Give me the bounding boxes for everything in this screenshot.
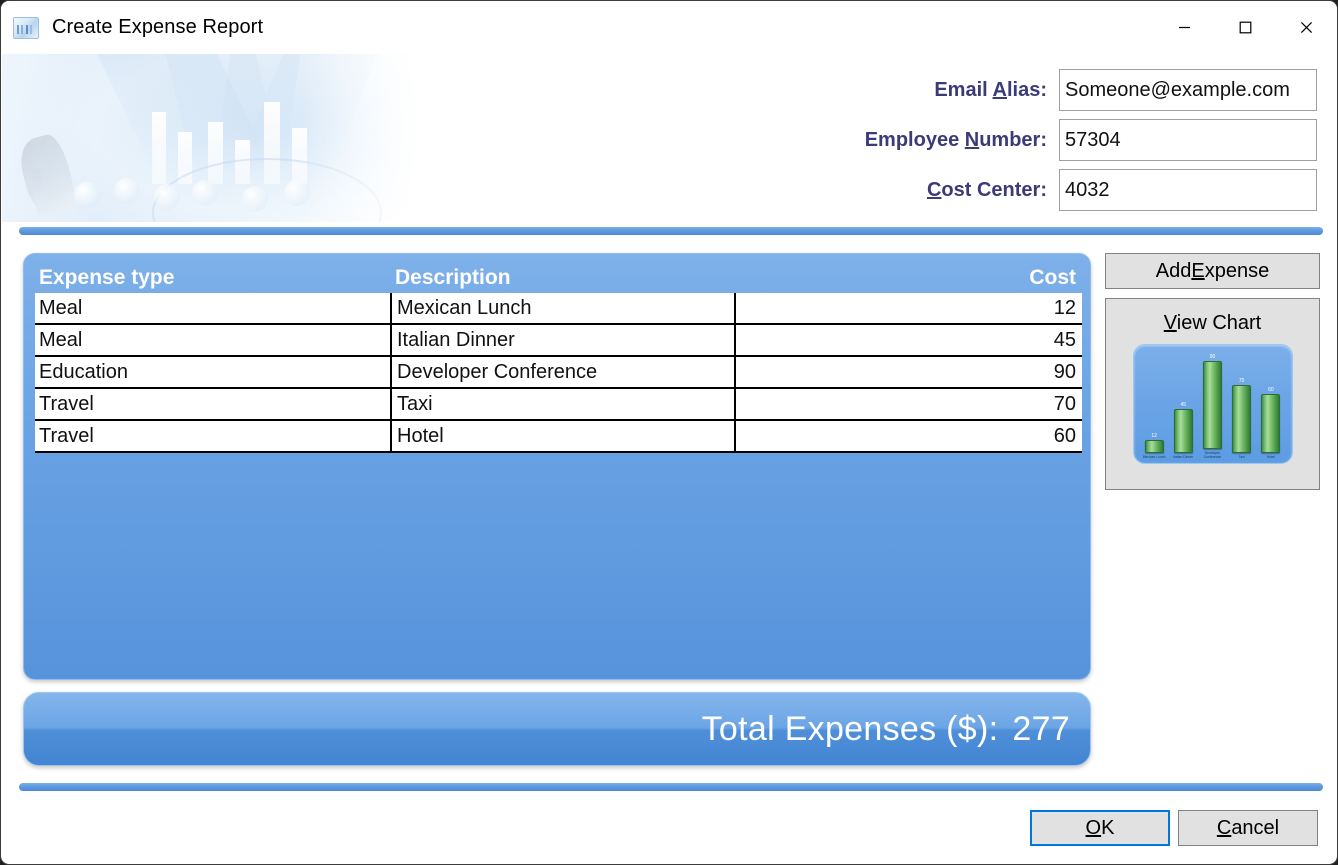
table-row[interactable]: Travel Hotel 60 xyxy=(35,421,1082,453)
table-row[interactable]: Education Developer Conference 90 xyxy=(35,357,1082,389)
cell-expense-type: Education xyxy=(39,360,128,383)
cost-center-input[interactable]: 4032 xyxy=(1059,169,1317,211)
cell-expense-type: Travel xyxy=(39,424,94,447)
email-alias-label: Email Alias: xyxy=(934,78,1047,101)
chart-bar xyxy=(1202,361,1222,449)
chart-bar-group: 90 Developer Conference xyxy=(1198,351,1227,459)
view-chart-button[interactable]: View Chart 12 Mexican Lunch 45 Italian D… xyxy=(1105,298,1320,490)
total-expenses-value: 277 xyxy=(1012,709,1070,748)
chart-bar-group: 45 Italian Dinner xyxy=(1169,351,1198,459)
chart-bar-group: 12 Mexican Lunch xyxy=(1140,351,1169,459)
bottom-separator xyxy=(19,783,1323,791)
chart-bar-category: Developer Conference xyxy=(1203,451,1222,459)
cell-description: Hotel xyxy=(390,421,734,451)
table-row[interactable]: Meal Italian Dinner 45 xyxy=(35,325,1082,357)
add-expense-button[interactable]: Add Expense xyxy=(1105,253,1320,289)
chart-bar-group: 60 Hotel xyxy=(1256,351,1285,459)
grid-header-cost[interactable]: Cost xyxy=(734,266,1082,290)
cell-cost: 12 xyxy=(734,293,1082,323)
cell-cost: 45 xyxy=(734,325,1082,355)
chart-bar-group: 70 Taxi xyxy=(1227,351,1256,459)
total-expenses-label: Total Expenses ($): xyxy=(701,709,999,748)
cell-description: Mexican Lunch xyxy=(390,293,734,323)
table-row[interactable]: Travel Taxi 70 xyxy=(35,389,1082,421)
create-expense-report-window: Create Expense Report Email Alias: Someo… xyxy=(0,0,1338,865)
view-chart-label: View Chart xyxy=(1163,312,1262,334)
expense-grid: Expense type Description Cost Meal Mexic… xyxy=(35,262,1082,453)
employee-number-input[interactable]: 57304 xyxy=(1059,119,1317,161)
chart-bar-value: 12 xyxy=(1151,432,1157,439)
banner-watermark-image xyxy=(2,54,442,222)
chart-bar xyxy=(1173,409,1193,453)
cancel-button[interactable]: Cancel xyxy=(1178,810,1318,846)
cost-center-row: Cost Center: 4032 xyxy=(861,169,1317,211)
grid-header-expense-type[interactable]: Expense type xyxy=(35,266,390,290)
banner-fade-overlay xyxy=(302,54,442,222)
chart-bar-value: 70 xyxy=(1238,377,1245,384)
app-chart-icon xyxy=(13,16,39,39)
employee-number-row: Employee Number: 57304 xyxy=(861,119,1317,161)
table-row[interactable]: Meal Mexican Lunch 12 xyxy=(35,293,1082,325)
cell-description: Taxi xyxy=(390,389,734,419)
title-bar: Create Expense Report xyxy=(1,1,1337,54)
grid-header-description[interactable]: Description xyxy=(390,266,734,290)
cell-cost: 60 xyxy=(734,421,1082,451)
chart-bar-value: 45 xyxy=(1180,402,1187,408)
email-alias-row: Email Alias: Someone@example.com xyxy=(861,69,1317,111)
banner-hand-silhouette xyxy=(15,131,79,219)
employee-number-label: Employee Number: xyxy=(864,128,1047,151)
total-expenses-bar: Total Expenses ($): 277 xyxy=(23,692,1091,766)
close-icon[interactable] xyxy=(1276,1,1337,54)
window-controls xyxy=(1154,1,1337,54)
top-separator xyxy=(19,227,1323,235)
cell-expense-type: Meal xyxy=(39,296,83,319)
window-title: Create Expense Report xyxy=(52,16,264,38)
chart-bar xyxy=(1232,384,1252,453)
chart-bar-category: Italian Dinner xyxy=(1173,455,1194,459)
minimize-icon[interactable] xyxy=(1154,1,1215,54)
chart-bar-category: Mexican Lunch xyxy=(1142,455,1166,459)
expense-list-panel[interactable]: Expense type Description Cost Meal Mexic… xyxy=(23,253,1091,680)
cost-center-label: Cost Center: xyxy=(926,178,1047,201)
chart-bar xyxy=(1261,394,1281,453)
ok-button[interactable]: OK xyxy=(1030,810,1170,846)
email-alias-input[interactable]: Someone@example.com xyxy=(1059,69,1317,111)
chart-plot-area: 12 Mexican Lunch 45 Italian Dinner 90 De… xyxy=(1140,351,1286,459)
cell-description: Developer Conference xyxy=(390,357,734,387)
expense-chart-thumbnail: 12 Mexican Lunch 45 Italian Dinner 90 De… xyxy=(1132,344,1293,464)
cell-expense-type: Travel xyxy=(39,392,94,415)
chart-bar-value: 60 xyxy=(1268,387,1274,394)
cell-description: Italian Dinner xyxy=(390,325,734,355)
chart-bar-category: Hotel xyxy=(1266,455,1275,459)
banner-bar-1 xyxy=(152,112,166,184)
cell-expense-type: Meal xyxy=(39,328,83,351)
chart-bar xyxy=(1144,439,1164,453)
chart-bar-value: 90 xyxy=(1209,354,1216,360)
cell-cost: 70 xyxy=(734,389,1082,419)
cell-cost: 90 xyxy=(734,357,1082,387)
grid-header-row: Expense type Description Cost xyxy=(35,262,1082,293)
maximize-icon[interactable] xyxy=(1215,1,1276,54)
chart-bar-category: Taxi xyxy=(1238,455,1245,459)
